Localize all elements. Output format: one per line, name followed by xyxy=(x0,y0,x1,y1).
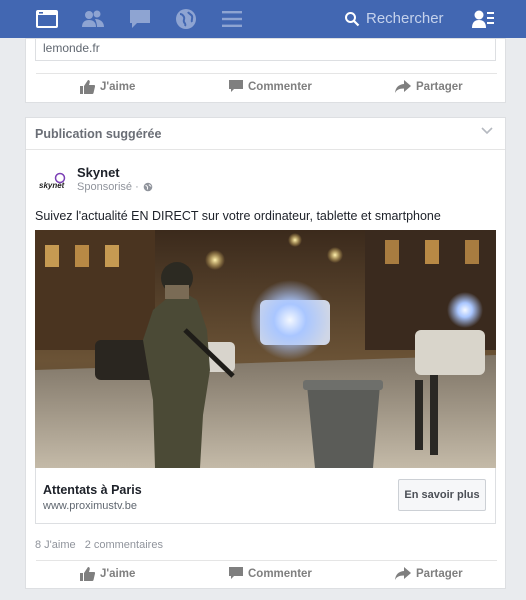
suggested-header: Publication suggérée xyxy=(26,118,505,150)
search-icon xyxy=(345,12,360,27)
comment-icon xyxy=(229,80,243,92)
link-domain: lemonde.fr xyxy=(43,41,100,55)
like-button[interactable]: J'aime xyxy=(80,80,135,94)
share-icon xyxy=(395,567,411,580)
comment-label: Commenter xyxy=(248,80,312,93)
menu-icon[interactable] xyxy=(219,6,245,32)
suggested-post-card: Publication suggérée skynet Skynet Spons… xyxy=(25,117,506,589)
friends-icon[interactable] xyxy=(80,6,106,32)
search-placeholder: Rechercher xyxy=(366,10,444,27)
search-input[interactable]: Rechercher xyxy=(339,5,465,33)
comment-button[interactable]: Commenter xyxy=(229,567,312,580)
ad-image[interactable] xyxy=(35,230,496,468)
ad-link-box[interactable]: Attentats à Paris www.proximustv.be En s… xyxy=(35,468,496,524)
post-text: Suivez l'actualité EN DIRECT sur votre o… xyxy=(35,209,441,223)
share-button[interactable]: Partager xyxy=(395,80,463,93)
thumbs-up-icon xyxy=(80,80,95,94)
friend-requests-icon[interactable] xyxy=(470,6,496,32)
page-name[interactable]: Skynet xyxy=(77,165,120,180)
top-nav-bar: Rechercher xyxy=(0,0,526,38)
comment-icon xyxy=(229,567,243,579)
globe-icon xyxy=(143,182,153,192)
ad-title[interactable]: Attentats à Paris xyxy=(43,483,142,497)
comment-label: Commenter xyxy=(248,567,312,580)
post-stats: 8 J'aime 2 commentaires xyxy=(35,539,169,551)
police-street-photo xyxy=(35,230,496,468)
like-label: J'aime xyxy=(100,81,136,93)
link-preview[interactable]: lemonde.fr xyxy=(35,39,496,61)
learn-more-button[interactable]: En savoir plus xyxy=(398,479,486,511)
suggested-title: Publication suggérée xyxy=(35,127,162,141)
share-button[interactable]: Partager xyxy=(395,567,463,580)
action-bar: J'aime Commenter Partager xyxy=(36,560,497,590)
like-button[interactable]: J'aime xyxy=(80,567,135,581)
comments-count[interactable]: 2 commentaires xyxy=(85,539,163,551)
sponsored-label: Sponsorisé · xyxy=(77,181,153,193)
action-bar: J'aime Commenter Partager xyxy=(36,73,497,103)
comment-button[interactable]: Commenter xyxy=(229,80,312,93)
ad-url: www.proximustv.be xyxy=(43,500,137,512)
avatar[interactable]: skynet xyxy=(37,169,69,201)
globe-icon[interactable] xyxy=(173,6,199,32)
share-icon xyxy=(395,80,411,93)
share-label: Partager xyxy=(416,80,463,93)
sponsored-text: Sponsorisé · xyxy=(77,181,139,193)
feed-icon[interactable] xyxy=(34,6,60,32)
previous-post-card: lemonde.fr J'aime Commenter Partager xyxy=(25,38,506,103)
thumbs-up-icon xyxy=(80,567,95,581)
svg-text:skynet: skynet xyxy=(39,181,65,190)
like-label: J'aime xyxy=(100,568,136,580)
share-label: Partager xyxy=(416,567,463,580)
messages-icon[interactable] xyxy=(127,6,153,32)
likes-count[interactable]: 8 J'aime xyxy=(35,539,76,551)
chevron-down-icon[interactable] xyxy=(481,127,493,135)
